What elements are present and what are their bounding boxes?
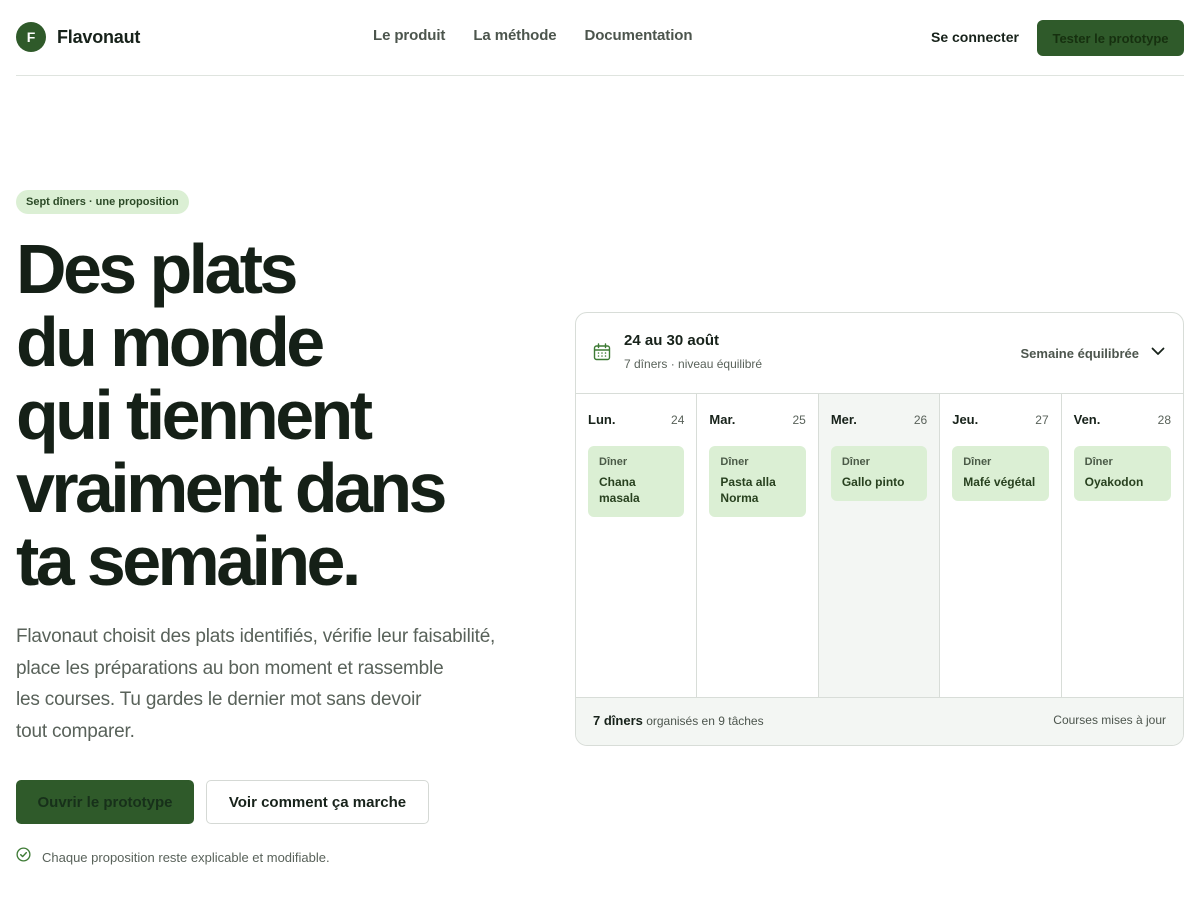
meal-card[interactable]: Dîner Gallo pinto — [830, 446, 928, 501]
day-column: Ven. 28 Dîner Oyakodon — [1062, 394, 1183, 698]
meal-card[interactable]: Dîner Oyakodon — [1073, 446, 1172, 501]
dish-name: Oyakodon — [1084, 475, 1144, 489]
check-circle-icon — [16, 847, 31, 867]
meal-tag: Dîner — [1084, 456, 1113, 468]
hero-lead: Flavonaut choisit des plats identifiés, … — [16, 621, 516, 747]
nav-link-product[interactable]: Le produit — [373, 27, 445, 44]
dish-name: Pasta alla Norma — [720, 475, 776, 505]
day-column: Mar. 25 Dîner Pasta alla Norma — [697, 394, 819, 698]
login-link[interactable]: Se connecter — [931, 29, 1019, 45]
headline-line: ta semaine. — [16, 522, 361, 600]
nav-link-docs[interactable]: Documentation — [585, 27, 693, 44]
day-number: 24 — [671, 413, 685, 427]
main-nav: Le produit La méthode Documentation — [373, 27, 692, 44]
logo-mark[interactable]: F — [16, 22, 46, 52]
day-number: 28 — [1157, 413, 1172, 427]
day-name: Mer. — [830, 412, 857, 427]
lead-line: place les préparations au bon moment et … — [16, 657, 444, 679]
day-column: Jeu. 27 Dîner Mafé végétal — [940, 394, 1062, 698]
meal-card[interactable]: Dîner Pasta alla Norma — [709, 446, 806, 517]
hero-badge: Sept dîners · une proposition — [16, 190, 189, 214]
week-mode-label: Semaine équilibrée — [1020, 346, 1140, 361]
dish-name: Gallo pinto — [841, 475, 905, 489]
headline-line: qui tiennent — [16, 376, 373, 454]
lead-line: les courses. Tu gardes le dernier mot sa… — [16, 689, 422, 710]
meal-tag: Dîner — [963, 456, 992, 468]
day-number: 26 — [913, 413, 928, 427]
lead-line: Flavonaut choisit des plats identifiés, … — [16, 626, 496, 647]
day-number: 27 — [1035, 413, 1049, 427]
day-name: Ven. — [1073, 412, 1101, 427]
meal-tag: Dîner — [720, 456, 749, 468]
dish-name: Chana masala — [599, 475, 640, 505]
calendar-icon — [593, 343, 611, 361]
day-name: Jeu. — [952, 412, 979, 427]
day-column: Lun. 24 Dîner Chana masala — [576, 394, 698, 698]
footer-summary: 7 dîners organisés en 9 tâches — [593, 713, 764, 728]
nav-link-method[interactable]: La méthode — [473, 27, 556, 44]
groceries-status: Courses mises à jour — [1053, 713, 1166, 727]
lead-line: tout comparer. — [16, 720, 135, 742]
footer-tasks: organisés en 9 tâches — [642, 714, 764, 728]
hero-headline: Des plats du monde qui tiennent vraiment… — [16, 233, 536, 598]
planner-header: 24 au 30 août 7 dîners · niveau équilibr… — [576, 313, 1183, 394]
headline-line: vraiment dans — [16, 449, 447, 527]
week-planner-card: 24 au 30 août 7 dîners · niveau équilibr… — [575, 312, 1184, 746]
note-text: Chaque proposition reste explicable et m… — [42, 849, 330, 865]
meal-tag: Dîner — [841, 456, 870, 468]
day-name: Mar. — [709, 412, 736, 427]
site-header: F Flavonaut Le produit La méthode Docume… — [16, 0, 1184, 76]
meal-card[interactable]: Dîner Chana masala — [588, 446, 685, 517]
day-columns: Lun. 24 Dîner Chana masala Mar. 25 Dîner… — [576, 394, 1183, 698]
planner-footer: 7 dîners organisés en 9 tâches Courses m… — [576, 697, 1183, 745]
how-it-works-button[interactable]: Voir comment ça marche — [206, 780, 429, 824]
day-number: 25 — [792, 413, 806, 427]
day-column-today: Mer. 26 Dîner Gallo pinto — [818, 394, 941, 698]
try-prototype-button[interactable]: Tester le prototype — [1037, 20, 1184, 56]
day-name: Lun. — [588, 412, 616, 427]
week-range: 24 au 30 août — [624, 332, 720, 349]
chevron-down-icon — [1149, 342, 1167, 365]
week-mode-select[interactable]: Semaine équilibrée — [1021, 342, 1168, 365]
headline-line: du monde — [16, 303, 325, 381]
open-prototype-button[interactable]: Ouvrir le prototype — [16, 780, 194, 824]
hero-note: Chaque proposition reste explicable et m… — [16, 847, 330, 867]
meal-card[interactable]: Dîner Mafé végétal — [952, 446, 1049, 501]
brand-name[interactable]: Flavonaut — [57, 27, 140, 48]
meal-tag: Dîner — [599, 456, 628, 468]
footer-count: 7 dîners — [593, 713, 643, 728]
week-summary: 7 dîners · niveau équilibré — [624, 357, 763, 371]
headline-line: Des plats — [16, 230, 298, 308]
dish-name: Mafé végétal — [963, 475, 1036, 489]
